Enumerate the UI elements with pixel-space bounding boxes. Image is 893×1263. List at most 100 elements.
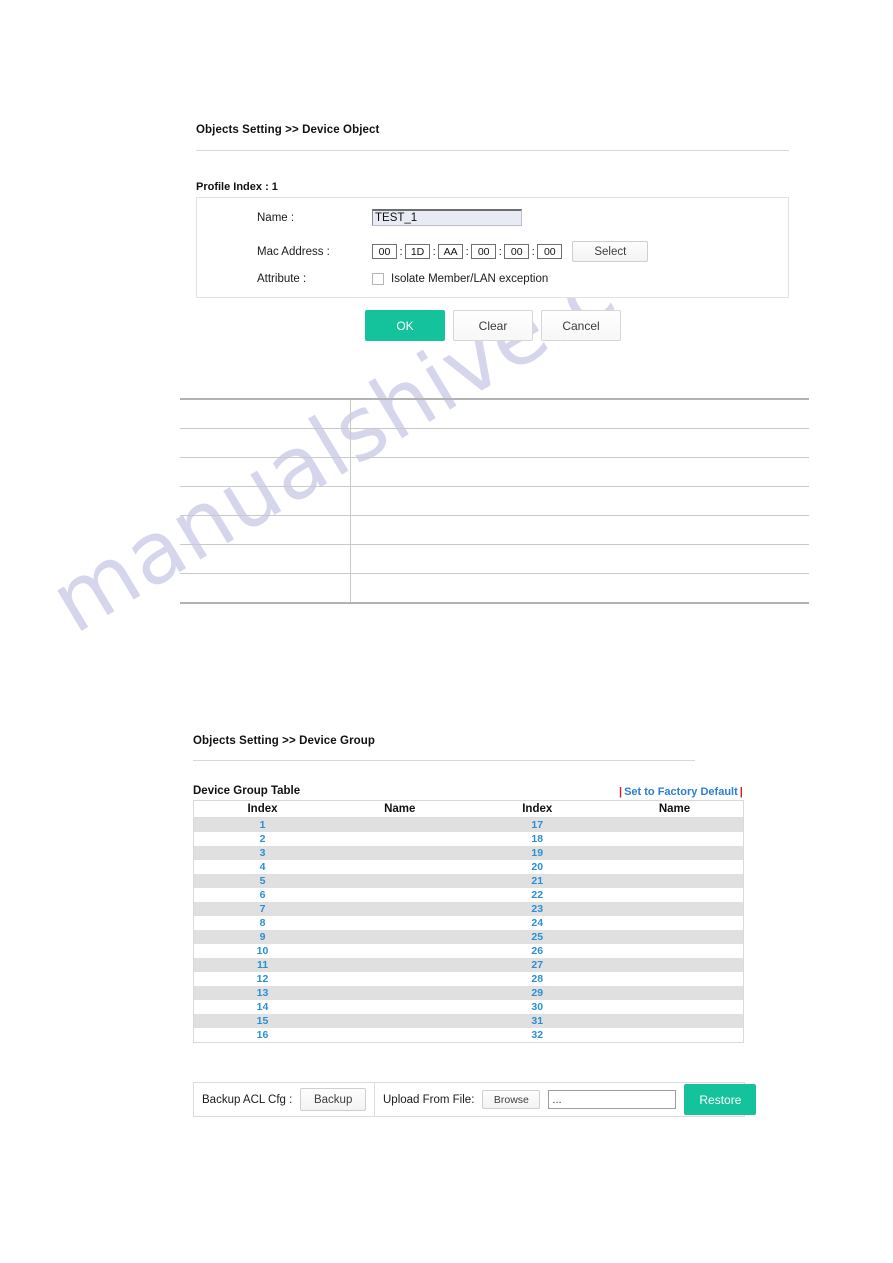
device-group-index-cell: 6 [194, 888, 332, 902]
device-group-index-link[interactable]: 19 [531, 847, 543, 859]
device-group-index-link[interactable]: 30 [531, 1001, 543, 1013]
column-header-index-right: Index [468, 800, 606, 818]
device-group-table-head: Index Name Index Name [193, 800, 744, 818]
device-group-index-cell: 19 [468, 846, 606, 860]
column-header-name-right: Name [606, 800, 744, 818]
device-group-index-link[interactable]: 14 [257, 1001, 269, 1013]
table-row [180, 398, 809, 429]
name-input[interactable] [372, 209, 522, 226]
cancel-button[interactable]: Cancel [541, 310, 621, 341]
device-group-index-cell: 26 [469, 944, 607, 958]
ok-button[interactable]: OK [365, 310, 445, 341]
device-group-index-cell: 13 [193, 986, 331, 1000]
set-to-factory-default-link[interactable]: Set to Factory Default [624, 786, 738, 798]
field-row-mac-address: Mac Address : : : : : : Select [257, 241, 649, 262]
table-row: 12 28 [194, 972, 744, 986]
device-group-index-link[interactable]: 9 [260, 931, 266, 943]
device-group-index-cell: 30 [469, 1000, 607, 1014]
device-group-index-link[interactable]: 18 [531, 833, 543, 845]
device-group-index-link[interactable]: 29 [531, 987, 543, 999]
pipe-right: | [739, 786, 743, 798]
profile-index-label: Profile Index : 1 [196, 181, 278, 193]
device-group-index-cell: 16 [194, 1028, 332, 1043]
device-group-index-link[interactable]: 5 [260, 875, 266, 887]
header-divider-1 [196, 150, 789, 151]
device-group-index-cell: 10 [194, 944, 332, 958]
device-group-index-cell: 31 [468, 1014, 606, 1028]
table-row: 16 32 [194, 1028, 744, 1043]
table-cell [350, 515, 809, 545]
device-group-name-cell [606, 860, 744, 874]
mac-octet-6[interactable] [537, 244, 563, 259]
table-cell [350, 428, 809, 458]
device-group-name-cell [606, 817, 744, 832]
mac-octet-2[interactable] [405, 244, 431, 259]
upload-file-input[interactable] [548, 1090, 677, 1109]
device-group-index-link[interactable]: 24 [531, 917, 543, 929]
table-cell [180, 515, 351, 545]
mac-octet-3[interactable] [438, 244, 464, 259]
device-group-index-link[interactable]: 6 [260, 889, 266, 901]
device-group-index-cell: 12 [194, 972, 332, 986]
device-group-index-link[interactable]: 31 [531, 1015, 543, 1027]
restore-button[interactable]: Restore [684, 1084, 757, 1115]
device-group-name-cell [606, 944, 744, 958]
device-group-index-link[interactable]: 8 [260, 917, 266, 929]
device-group-index-link[interactable]: 22 [531, 889, 543, 901]
device-group-index-cell: 22 [469, 888, 607, 902]
backup-restore-bar: Backup ACL Cfg : Backup Upload From File… [193, 1082, 757, 1117]
mac-octet-5[interactable] [504, 244, 530, 259]
table-row: 14 30 [194, 1000, 744, 1014]
device-group-index-cell: 28 [469, 972, 607, 986]
device-group-index-link[interactable]: 16 [257, 1029, 269, 1041]
device-group-index-link[interactable]: 17 [531, 819, 543, 831]
device-group-index-link[interactable]: 28 [531, 973, 543, 985]
select-mac-button[interactable]: Select [572, 241, 649, 262]
device-group-index-link[interactable]: 13 [257, 987, 269, 999]
table-cell [180, 573, 351, 604]
device-group-index-link[interactable]: 12 [257, 973, 269, 985]
device-group-index-link[interactable]: 32 [531, 1029, 543, 1041]
table-cell [180, 428, 351, 458]
device-group-name-cell [606, 902, 744, 916]
device-group-index-link[interactable]: 20 [531, 861, 543, 873]
device-group-index-link[interactable]: 26 [531, 945, 543, 957]
device-group-index-cell: 15 [193, 1014, 331, 1028]
device-group-index-link[interactable]: 27 [531, 959, 543, 971]
browse-button[interactable]: Browse [482, 1090, 541, 1109]
device-group-index-link[interactable]: 4 [260, 861, 266, 873]
device-group-name-cell [331, 832, 469, 846]
device-group-index-cell: 32 [469, 1028, 607, 1043]
table-cell [350, 398, 809, 429]
device-group-name-cell [331, 972, 469, 986]
isolate-member-checkbox[interactable] [372, 273, 384, 285]
device-group-index-link[interactable]: 7 [260, 903, 266, 915]
device-group-index-link[interactable]: 10 [257, 945, 269, 957]
breadcrumb-device-group: Objects Setting >> Device Group [193, 735, 376, 747]
device-group-index-cell: 21 [468, 874, 606, 888]
device-group-table-caption: Device Group Table [193, 785, 301, 797]
device-group-index-link[interactable]: 21 [531, 875, 543, 887]
device-group-name-cell [331, 874, 469, 888]
device-group-name-cell [606, 888, 744, 902]
device-group-index-link[interactable]: 23 [531, 903, 543, 915]
backup-button[interactable]: Backup [300, 1088, 366, 1111]
table-row [180, 428, 809, 458]
set-to-factory-default[interactable]: | Set to Factory Default | [617, 786, 745, 798]
device-group-index-link[interactable]: 3 [260, 847, 266, 859]
table-row [180, 573, 809, 604]
table-cell [180, 486, 351, 516]
device-group-name-cell [606, 832, 744, 846]
device-group-index-link[interactable]: 25 [531, 931, 543, 943]
device-group-name-cell [331, 902, 469, 916]
table-cell [350, 486, 809, 516]
header-divider-2 [193, 760, 695, 761]
device-group-index-link[interactable]: 11 [257, 959, 268, 971]
clear-button[interactable]: Clear [453, 310, 533, 341]
device-group-index-link[interactable]: 15 [257, 1015, 269, 1027]
table-row [180, 544, 809, 574]
device-group-index-link[interactable]: 1 [260, 819, 266, 831]
mac-octet-4[interactable] [471, 244, 497, 259]
mac-octet-1[interactable] [372, 244, 397, 259]
device-group-index-link[interactable]: 2 [260, 833, 266, 845]
